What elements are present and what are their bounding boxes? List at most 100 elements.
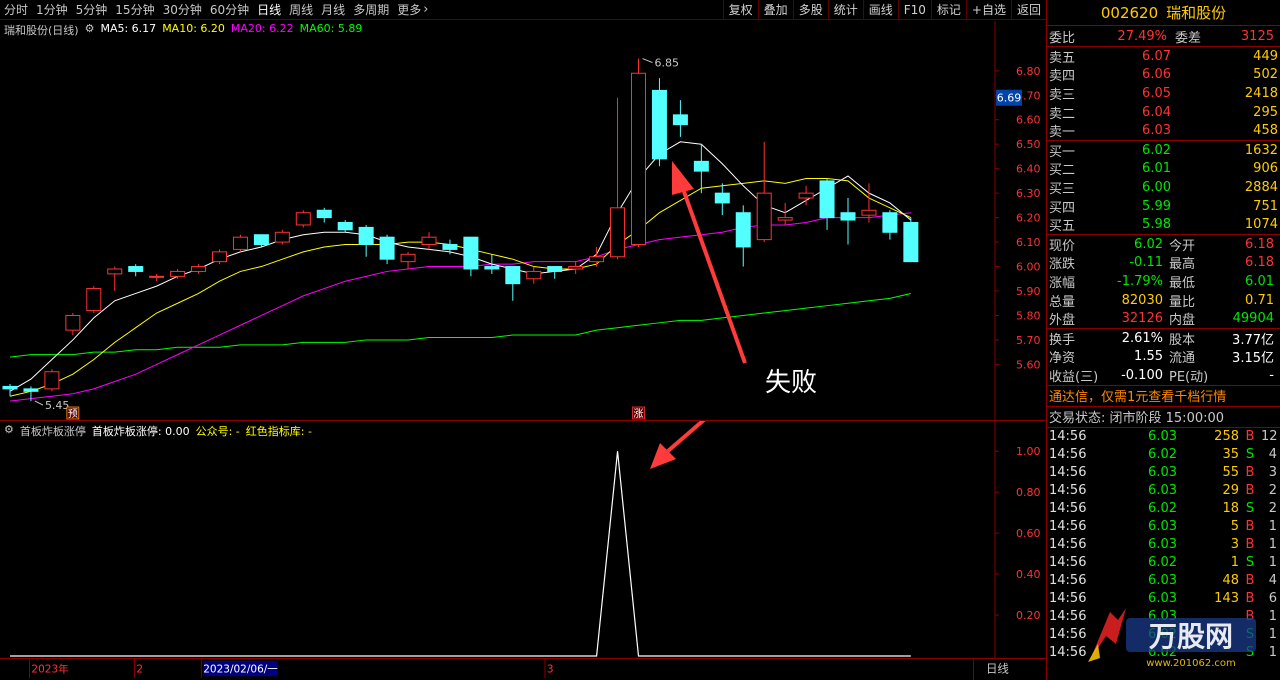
candlestick-chart[interactable]: 6.806.706.606.506.406.306.206.106.005.90…: [0, 21, 1046, 421]
annotation-arrow-up: [672, 161, 747, 364]
candle[interactable]: [672, 100, 688, 137]
tick-row[interactable]: 14:56 6.02 1 S 1: [1047, 554, 1280, 572]
candle[interactable]: [421, 232, 437, 250]
ask-level[interactable]: 卖二 6.04 295: [1047, 103, 1280, 122]
candle[interactable]: [798, 185, 814, 206]
candle[interactable]: [170, 268, 186, 279]
bid-level[interactable]: 买五 5.98 1074: [1047, 215, 1280, 234]
tick-row[interactable]: 14:56 6.03 29 B 2: [1047, 482, 1280, 500]
period-tab[interactable]: 多周期: [349, 0, 393, 20]
period-tab[interactable]: 30分钟: [159, 0, 206, 20]
candle[interactable]: [882, 210, 898, 240]
candle[interactable]: [65, 313, 81, 336]
toolbar-button[interactable]: 叠加: [757, 0, 793, 20]
tick-price: 6.02: [1148, 555, 1177, 571]
tick-row[interactable]: 14:56 6.03 5 B 1: [1047, 518, 1280, 536]
candle[interactable]: [44, 369, 60, 392]
promo-text[interactable]: 通达信，仅需1元查看千档行情: [1049, 386, 1226, 405]
tick-row[interactable]: 14:56 6.02 35 S 4: [1047, 446, 1280, 464]
toolbar-button[interactable]: 复权: [722, 0, 758, 20]
candle[interactable]: [526, 266, 542, 284]
candle[interactable]: [358, 224, 374, 257]
promo-banner[interactable]: 通达信，仅需1元查看千档行情: [1047, 386, 1280, 406]
candle[interactable]: [316, 207, 332, 223]
toolbar-button[interactable]: 多股: [792, 0, 828, 20]
tick-row[interactable]: 14:56 6.03 48 B 4: [1047, 572, 1280, 590]
bid-level[interactable]: 买二 6.01 906: [1047, 160, 1280, 179]
period-label[interactable]: 日线: [986, 661, 1009, 675]
ask-level[interactable]: 卖三 6.05 2418: [1047, 84, 1280, 103]
candle[interactable]: [212, 249, 227, 265]
indicator-line: [10, 451, 911, 657]
period-tab[interactable]: 1分钟: [32, 0, 72, 20]
candle[interactable]: [777, 202, 793, 225]
bid-label: 买四: [1049, 200, 1076, 216]
candle[interactable]: [693, 144, 709, 194]
tick-row[interactable]: 14:56 6.03 258 B 12: [1047, 428, 1280, 446]
ask-label: 卖三: [1049, 87, 1076, 103]
candle[interactable]: [610, 97, 626, 260]
candle[interactable]: [191, 264, 207, 274]
bid-level[interactable]: 买三 6.00 2884: [1047, 178, 1280, 197]
indicator-lib: 红色指标库: -: [245, 425, 312, 438]
candle[interactable]: [903, 217, 919, 263]
candle[interactable]: [714, 183, 730, 216]
bid-level[interactable]: 买四 5.99 751: [1047, 197, 1280, 216]
ask-level[interactable]: 卖四 6.06 502: [1047, 66, 1280, 84]
tick-row[interactable]: 14:56 6.03 3 B 1: [1047, 536, 1280, 554]
stat-label: 涨幅: [1049, 275, 1076, 291]
candle[interactable]: [819, 178, 835, 230]
candle[interactable]: [149, 273, 165, 282]
ask-level[interactable]: 卖五 6.07 449: [1047, 47, 1280, 66]
period-tab[interactable]: 周线: [285, 0, 317, 20]
candle[interactable]: [651, 78, 667, 167]
toolbar-button[interactable]: 标记: [930, 0, 966, 20]
toolbar-button[interactable]: F10: [897, 0, 931, 20]
candle[interactable]: [379, 234, 395, 265]
candle[interactable]: [442, 239, 458, 255]
toolbar-button[interactable]: 返回: [1010, 0, 1046, 20]
period-tab[interactable]: 5分钟: [72, 0, 112, 20]
toolbar-button[interactable]: 统计: [827, 0, 863, 20]
candle[interactable]: [631, 58, 646, 247]
period-tab[interactable]: 60分钟: [206, 0, 253, 20]
tick-row[interactable]: 14:56 6.02 18 S 2: [1047, 500, 1280, 518]
bid-label: 买二: [1049, 163, 1076, 179]
candle[interactable]: [274, 229, 290, 245]
candle[interactable]: [756, 141, 772, 243]
candle[interactable]: [463, 236, 479, 277]
candle[interactable]: [107, 266, 123, 292]
candle[interactable]: [568, 261, 584, 274]
period-tab[interactable]: 日线: [253, 0, 285, 20]
indicator-tick-label: 0.40: [1016, 568, 1041, 581]
stat-value: -0.11: [1129, 255, 1163, 271]
bid-level[interactable]: 买一 6.02 1632: [1047, 141, 1280, 160]
toolbar-button[interactable]: 画线: [862, 0, 898, 20]
period-tab[interactable]: 分时: [0, 0, 32, 20]
fundamental-label: 流通: [1169, 351, 1196, 367]
candle[interactable]: [589, 246, 605, 267]
candle[interactable]: [547, 266, 563, 279]
candle[interactable]: [840, 198, 856, 245]
period-tab[interactable]: 月线: [317, 0, 349, 20]
candle[interactable]: [86, 286, 102, 314]
indicator-chart[interactable]: 1.00 0.80 0.60 0.40 0.20: [0, 421, 1046, 658]
toolbar-button[interactable]: +自选: [965, 0, 1011, 20]
candle[interactable]: [295, 210, 311, 228]
settings-icon[interactable]: ⚙: [85, 22, 95, 38]
candle[interactable]: [735, 205, 751, 267]
candle[interactable]: [2, 383, 18, 397]
candle[interactable]: [337, 220, 353, 233]
candle[interactable]: [128, 264, 144, 277]
candle[interactable]: [400, 251, 416, 269]
gear-icon[interactable]: ⚙: [4, 423, 14, 439]
indicator-name[interactable]: 首板炸板涨停: [20, 423, 86, 439]
price-tick-label: 5.80: [1016, 309, 1041, 322]
period-tab[interactable]: 更多: [393, 0, 425, 20]
period-tab[interactable]: 15分钟: [111, 0, 158, 20]
ask-level[interactable]: 卖一 6.03 458: [1047, 121, 1280, 140]
stat-label: 内盘: [1169, 313, 1196, 329]
candle[interactable]: [505, 266, 521, 301]
tick-row[interactable]: 14:56 6.03 55 B 3: [1047, 464, 1280, 482]
candle[interactable]: [232, 234, 248, 252]
